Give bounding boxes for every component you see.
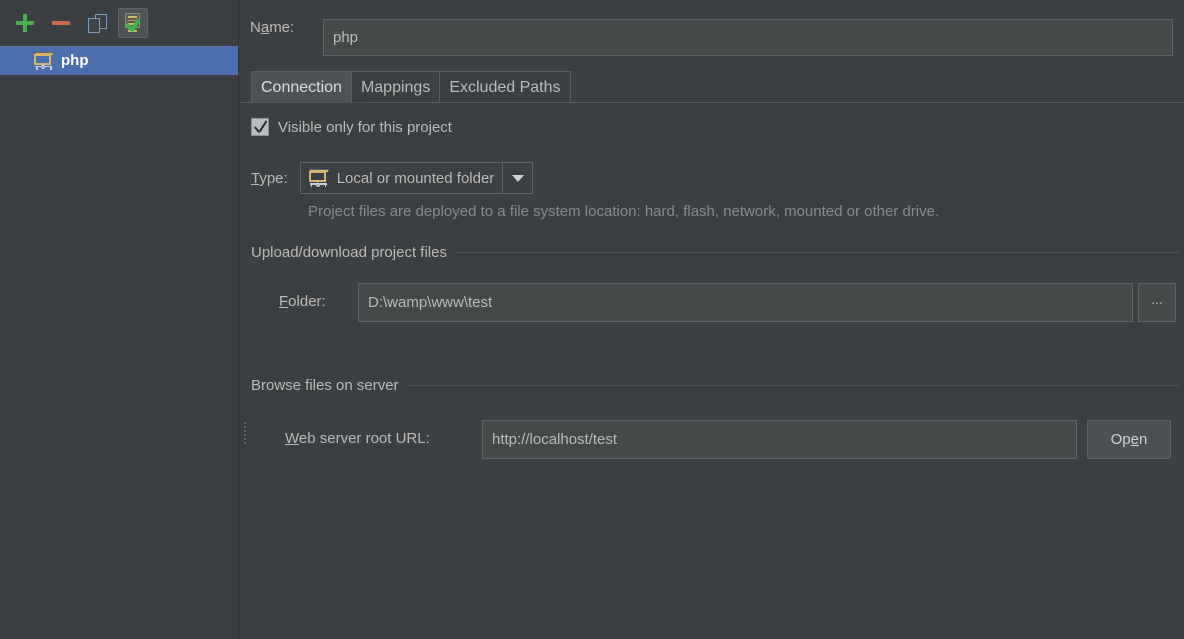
server-list-item-php[interactable]: php (0, 46, 238, 75)
type-dropdown[interactable]: Local or mounted folder (299, 162, 534, 194)
type-dropdown-value: Local or mounted folder (336, 169, 495, 187)
tab-connection[interactable]: Connection (251, 71, 352, 103)
folder-label: Folder: (279, 293, 326, 310)
folder-browse-button[interactable]: ... (1138, 283, 1176, 322)
visible-only-row[interactable]: Visible only for this project (251, 118, 452, 136)
tab-excluded-paths-label: Excluded Paths (449, 78, 561, 96)
type-label: Type: (251, 169, 288, 187)
section-divider (407, 385, 1179, 386)
section-browse-files: Browse files on server (251, 377, 1179, 394)
visible-only-label: Visible only for this project (278, 118, 452, 136)
section-upload-download: Upload/download project files (251, 244, 1179, 261)
folder-connection-icon (34, 51, 54, 70)
open-button-label: Open (1110, 431, 1148, 448)
type-row: Type: Local or mounted folder (251, 162, 534, 194)
tab-excluded-paths[interactable]: Excluded Paths (439, 71, 571, 103)
server-list-item-label: php (61, 52, 89, 69)
copy-icon (87, 13, 107, 33)
open-button[interactable]: Open (1087, 420, 1171, 459)
name-input[interactable] (323, 19, 1173, 56)
ellipsis-icon: ... (1151, 291, 1163, 307)
visible-only-checkbox[interactable] (251, 118, 269, 136)
name-label: Name: (250, 19, 295, 36)
web-server-root-url-input[interactable] (482, 420, 1077, 459)
folder-input[interactable] (358, 283, 1133, 322)
section-browse-files-title: Browse files on server (251, 377, 399, 394)
tab-active-indicator (252, 102, 367, 103)
tab-mappings-label: Mappings (360, 78, 431, 96)
tab-bar: Connection Mappings Excluded Paths (251, 70, 571, 103)
name-row: Name: (250, 19, 294, 36)
web-server-root-url-label: Web server root URL: (285, 430, 430, 447)
add-server-button[interactable] (10, 8, 40, 38)
remove-server-button[interactable] (46, 8, 76, 38)
type-hint-text: Project files are deployed to a file sys… (308, 203, 940, 220)
server-list-panel: php (0, 0, 239, 639)
splitter-grip-handle[interactable] (242, 420, 247, 444)
deployment-settings-dialog: php Name: Connection Mappings Excluded P… (0, 0, 1184, 639)
tab-mappings[interactable]: Mappings (350, 71, 441, 103)
server-list[interactable]: php (0, 46, 238, 639)
section-upload-download-title: Upload/download project files (251, 244, 447, 261)
server-list-toolbar (0, 0, 239, 46)
section-divider (455, 252, 1179, 253)
copy-server-button[interactable] (82, 8, 112, 38)
chevron-down-icon[interactable] (502, 163, 532, 193)
tab-bar-divider (240, 102, 1184, 103)
server-details-panel: Name: Connection Mappings Excluded Paths… (240, 0, 1184, 639)
folder-connection-icon (308, 169, 329, 187)
tab-connection-label: Connection (261, 78, 342, 96)
plus-icon (16, 14, 34, 32)
test-connection-button[interactable] (118, 8, 148, 38)
minus-icon (52, 21, 70, 25)
test-connection-icon (123, 13, 143, 33)
